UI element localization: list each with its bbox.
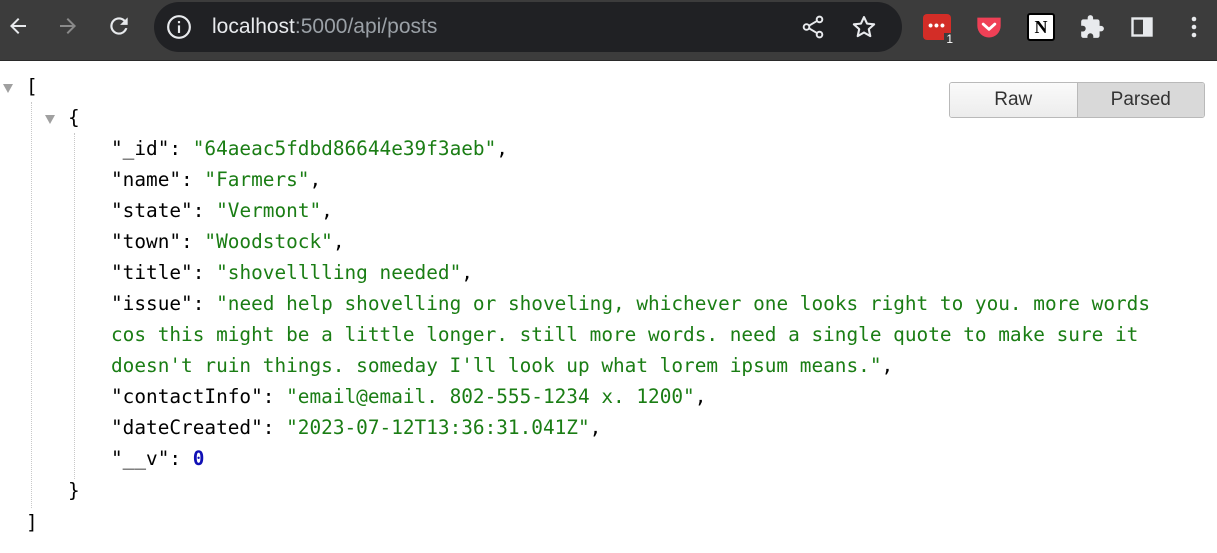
raw-view-button[interactable]: Raw [950, 83, 1078, 117]
json-comma: , [321, 199, 333, 222]
json-comma: , [694, 385, 707, 408]
json-key: "_id" [111, 137, 170, 160]
json-comma: , [309, 168, 322, 191]
array-open-bracket: [ [26, 75, 38, 98]
json-key: "contactInfo" [111, 385, 263, 408]
json-row-town: "town": "Woodstock", [111, 230, 345, 253]
view-mode-toggle: Raw Parsed [949, 82, 1205, 118]
json-string-value: "Woodstock" [204, 230, 333, 253]
json-row-title: "title": "shovelllling needed", [111, 261, 473, 284]
json-string-value: "need help shovelling or shoveling, whic… [216, 292, 1151, 315]
json-string-value: "shovelllling needed" [216, 261, 462, 284]
object-open-brace: { [68, 106, 80, 129]
json-number-value: 0 [192, 447, 205, 470]
json-string-value: "email@email. 802-555-1234 x. 1200" [286, 385, 695, 408]
json-string-value: "Vermont" [216, 199, 322, 222]
object-indent-guide [74, 133, 75, 479]
json-key: "__v" [111, 447, 170, 470]
json-row-issue: "issue": "need help shovelling or shovel… [111, 292, 1151, 315]
json-key: "title" [111, 261, 193, 284]
array-indent-guide [31, 102, 32, 508]
json-row-name: "name": "Farmers", [111, 168, 322, 191]
json-key: "name" [111, 168, 182, 191]
json-comma: , [461, 261, 473, 284]
json-key: "state" [111, 199, 193, 222]
json-row-issue-cont: doesn't ruin things. someday I'll look u… [111, 350, 893, 381]
array-close-bracket: ] [26, 511, 38, 534]
json-comma: , [332, 230, 345, 253]
parsed-view-button[interactable]: Parsed [1077, 83, 1204, 117]
json-row-datecreated: "dateCreated": "2023-07-12T13:36:31.041Z… [111, 416, 602, 439]
json-comma: , [589, 416, 602, 439]
json-string-value: "2023-07-12T13:36:31.041Z" [286, 416, 590, 439]
json-row-contactinfo: "contactInfo": "email@email. 802-555-123… [111, 385, 707, 408]
json-string-value: "64aeac5fdbd86644e39f3aeb" [192, 137, 497, 160]
json-key: "dateCreated" [111, 416, 263, 439]
object-close-brace: } [68, 479, 80, 502]
json-row-issue-cont: cos this might be a little longer. still… [111, 319, 1138, 350]
json-string-value: cos this might be a little longer. still… [111, 323, 1139, 346]
json-key: "issue" [111, 292, 193, 315]
collapse-array-caret-icon[interactable] [3, 84, 13, 93]
json-row-id: "_id": "64aeac5fdbd86644e39f3aeb", [111, 137, 508, 160]
collapse-object-caret-icon[interactable] [45, 115, 55, 124]
json-string-value: doesn't ruin things. someday I'll look u… [111, 354, 882, 377]
json-comma: , [881, 354, 894, 377]
json-row-v: "__v": 0 [111, 447, 205, 470]
json-key: "town" [111, 230, 182, 253]
json-string-value: "Farmers" [204, 168, 310, 191]
json-row-state: "state": "Vermont", [111, 199, 333, 222]
json-comma: , [496, 137, 508, 160]
